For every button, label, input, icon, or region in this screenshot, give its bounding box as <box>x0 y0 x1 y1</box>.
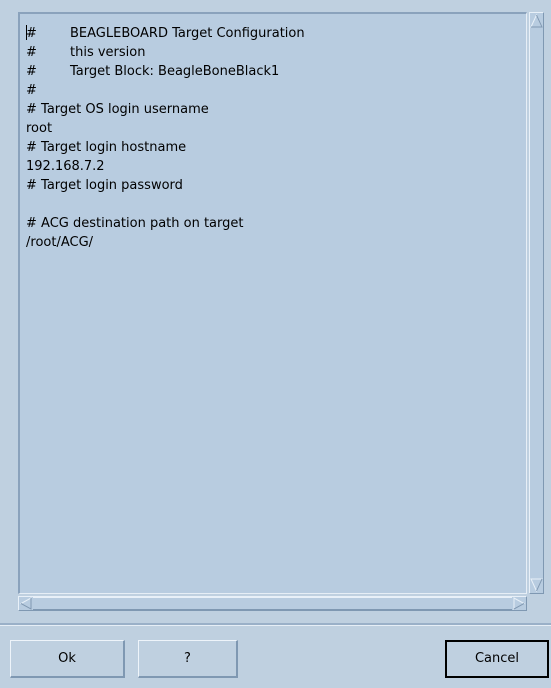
text-line-6: root <box>26 121 53 136</box>
arrow-left-icon[interactable] <box>19 597 33 610</box>
cancel-button[interactable]: Cancel <box>445 640 549 678</box>
text-line-1: # BEAGLEBOARD Target Configuration <box>26 26 305 41</box>
text-line-2: # this version <box>26 45 146 60</box>
horizontal-scrollbar[interactable] <box>18 596 527 611</box>
text-line-10 <box>26 195 305 214</box>
arrow-right-icon[interactable] <box>512 597 526 610</box>
text-line-4: # <box>26 83 37 98</box>
config-text-editor[interactable]: # BEAGLEBOARD Target Configuration # this … <box>18 12 527 594</box>
horizontal-scroll-thumb[interactable] <box>33 597 512 610</box>
ok-button[interactable]: Ok <box>10 640 125 678</box>
button-bar-divider <box>0 623 551 626</box>
text-line-5: # Target OS login username <box>26 102 209 117</box>
text-lines: # BEAGLEBOARD Target Configuration # this … <box>26 24 305 252</box>
text-line-11: # ACG destination path on target <box>26 216 244 231</box>
text-line-8: 192.168.7.2 <box>26 159 105 174</box>
text-line-3: # Target Block: BeagleBoneBlack1 <box>26 64 280 79</box>
text-line-7: # Target login hostname <box>26 140 187 155</box>
help-button[interactable]: ? <box>138 640 238 678</box>
arrow-down-icon[interactable] <box>530 577 543 593</box>
vertical-scrollbar[interactable] <box>529 12 544 594</box>
text-line-9: # Target login password <box>26 178 183 193</box>
arrow-up-icon[interactable] <box>530 13 543 29</box>
text-line-12: /root/ACG/ <box>26 235 94 250</box>
